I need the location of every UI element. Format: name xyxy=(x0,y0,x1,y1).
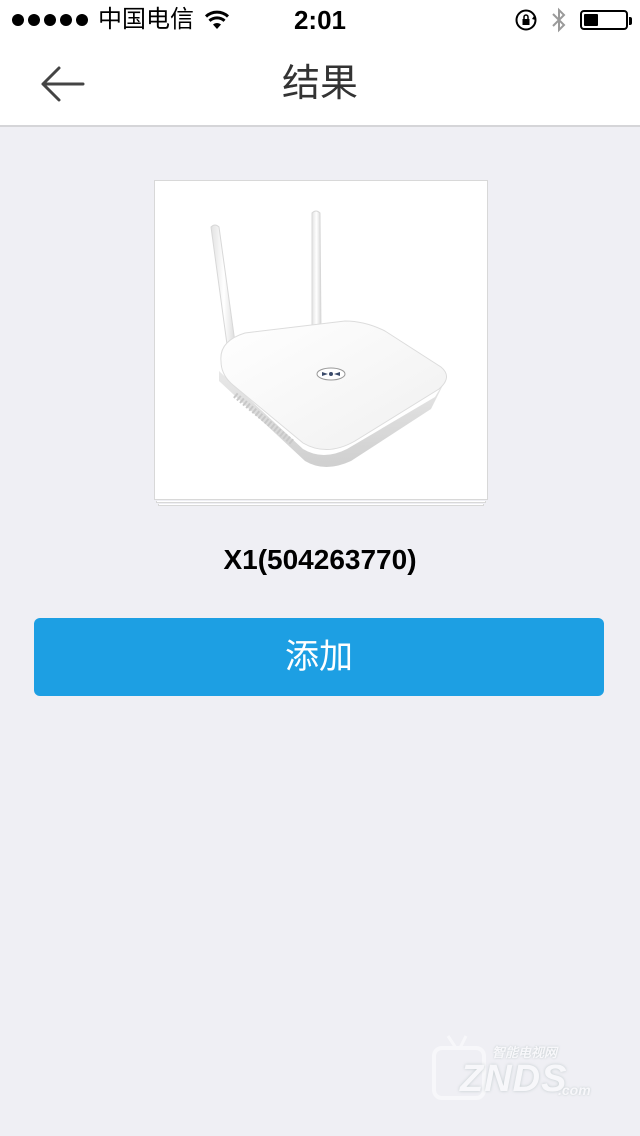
watermark-brand: ZNDS xyxy=(460,1058,568,1100)
status-right xyxy=(514,7,632,33)
card-stack-shadow xyxy=(158,504,484,506)
rotation-lock-icon xyxy=(515,9,537,31)
page-title: 结果 xyxy=(281,63,358,105)
device-name: X1(504263770) xyxy=(223,544,417,575)
navigation-bar: 结果 xyxy=(0,40,640,127)
router-image xyxy=(210,210,447,467)
battery-level xyxy=(584,14,598,26)
watermark-suffix: .com xyxy=(558,1082,591,1098)
status-bar: 中国电信 2:01 xyxy=(0,0,640,40)
add-button[interactable]: 添加 xyxy=(34,618,604,696)
card-stack-shadow xyxy=(156,501,486,503)
device-image-card xyxy=(154,180,488,500)
watermark-logo: 智能电视网 ZNDS .com xyxy=(430,1030,610,1110)
battery-icon xyxy=(580,10,632,30)
bluetooth-icon xyxy=(552,7,566,33)
